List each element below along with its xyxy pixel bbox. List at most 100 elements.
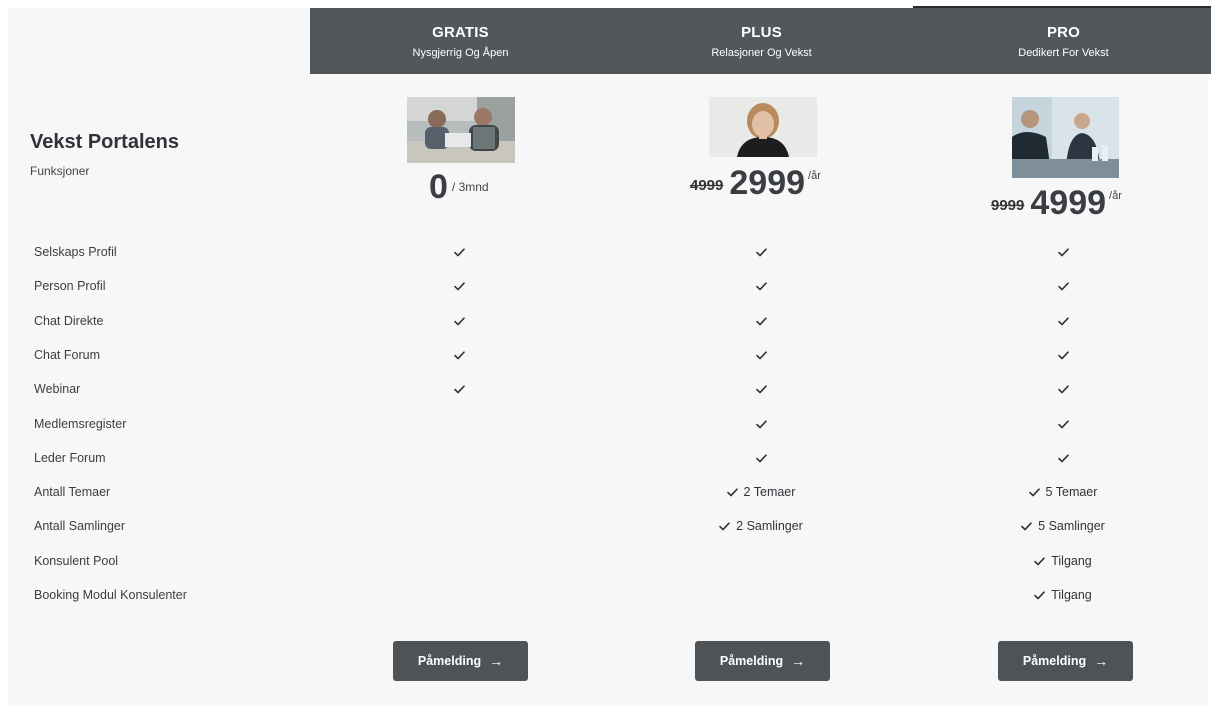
feature-cell: 5 Temaer <box>988 484 1138 500</box>
check-icon <box>755 316 767 326</box>
check-icon <box>719 521 730 531</box>
plan-photo-pro <box>1012 97 1119 178</box>
price-period: / 3mnd <box>451 180 489 194</box>
check-icon <box>755 350 767 360</box>
feature-cell <box>384 381 534 397</box>
feature-cell <box>988 381 1138 397</box>
plan-photo-plus <box>709 97 817 157</box>
check-icon <box>453 384 465 394</box>
feature-cell <box>686 450 836 466</box>
plan-tagline: Dedikert For Vekst <box>1018 46 1109 59</box>
page-title: Vekst Portalens <box>30 131 179 153</box>
check-icon <box>755 247 767 257</box>
feature-cell <box>686 416 836 432</box>
signup-button-label: Påmelding <box>1022 654 1087 668</box>
feature-cell <box>384 278 534 294</box>
feature-label: Chat Direkte <box>34 314 104 328</box>
signup-button-pro[interactable]: Påmelding → <box>998 641 1133 681</box>
check-icon <box>1057 419 1069 429</box>
plan-price-pro: 9999 4999 /år <box>991 186 1122 220</box>
check-icon <box>453 281 465 291</box>
feature-cell: 2 Samlinger <box>686 518 836 534</box>
feature-cell <box>686 313 836 329</box>
price-amount: 0 <box>429 168 448 206</box>
signup-button-gratis[interactable]: Påmelding → <box>393 641 528 681</box>
feature-label: Booking Modul Konsulenter <box>34 588 187 602</box>
feature-cell <box>988 416 1138 432</box>
feature-label: Selskaps Profil <box>34 245 117 259</box>
feature-cell <box>988 347 1138 363</box>
feature-cell: Tilgang <box>988 587 1138 603</box>
feature-cell: Tilgang <box>988 553 1138 569</box>
price-amount: 2999 <box>729 164 806 202</box>
check-icon <box>1057 281 1069 291</box>
feature-cell: 2 Temaer <box>686 484 836 500</box>
feature-cell: 5 Samlinger <box>988 518 1138 534</box>
price-period: /år <box>1109 190 1122 202</box>
feature-cell <box>988 450 1138 466</box>
feature-cell <box>988 244 1138 260</box>
feature-label: Antall Samlinger <box>34 519 126 533</box>
plan-name: PRO <box>1046 23 1081 41</box>
feature-cell <box>686 278 836 294</box>
plan-name: PLUS <box>741 23 782 41</box>
plan-tagline: Nysgjerrig Og Åpen <box>412 46 509 59</box>
feature-cell <box>384 347 534 363</box>
feature-label: Konsulent Pool <box>34 554 119 568</box>
feature-label: Chat Forum <box>34 348 100 362</box>
arrow-right-icon: → <box>1094 653 1109 669</box>
check-icon <box>755 453 767 463</box>
check-icon <box>453 316 465 326</box>
plan-header-plus: PLUS Relasjoner Og Vekst <box>611 8 912 74</box>
feature-cell <box>686 381 836 397</box>
check-icon <box>755 281 767 291</box>
page-subtitle: Funksjoner <box>30 164 90 178</box>
check-icon <box>1057 384 1069 394</box>
check-icon <box>1057 316 1069 326</box>
feature-cell-text: 5 Samlinger <box>1038 519 1105 533</box>
check-icon <box>453 350 465 360</box>
feature-cell <box>988 313 1138 329</box>
feature-cell <box>686 244 836 260</box>
plan-price-plus: 4999 2999 /år <box>690 166 821 200</box>
check-icon <box>1057 247 1069 257</box>
feature-cell <box>384 313 534 329</box>
feature-cell <box>988 278 1138 294</box>
feature-cell-text: Tilgang <box>1051 588 1092 602</box>
feature-label: Medlemsregister <box>34 417 127 431</box>
feature-cell-text: 2 Temaer <box>743 485 796 499</box>
feature-cell <box>686 347 836 363</box>
feature-label: Person Profil <box>34 279 106 293</box>
features-title-block: Vekst Portalens Funksjoner <box>30 131 179 178</box>
feature-label: Antall Temaer <box>34 485 111 499</box>
check-icon <box>1057 350 1069 360</box>
plan-tagline: Relasjoner Og Vekst <box>711 46 812 59</box>
feature-cell <box>384 244 534 260</box>
signup-button-label: Påmelding <box>719 654 784 668</box>
check-icon <box>755 384 767 394</box>
check-icon <box>1034 590 1046 600</box>
signup-button-plus[interactable]: Påmelding → <box>695 641 830 681</box>
price-amount: 4999 <box>1030 184 1107 222</box>
plan-header-gratis: GRATIS Nysgjerrig Og Åpen <box>310 8 611 74</box>
check-icon <box>755 419 767 429</box>
price-period: /år <box>808 170 821 182</box>
plan-name: GRATIS <box>432 23 489 41</box>
plan-header-pro: PRO Dedikert For Vekst <box>913 8 1211 74</box>
price-old: 4999 <box>690 177 724 194</box>
feature-cell-text: Tilgang <box>1051 554 1092 568</box>
check-icon <box>726 487 738 497</box>
check-icon <box>1021 521 1032 531</box>
arrow-right-icon: → <box>791 653 806 669</box>
check-icon <box>453 247 465 257</box>
feature-cell-text: 5 Temaer <box>1045 485 1098 499</box>
arrow-right-icon: → <box>489 653 504 669</box>
check-icon <box>1028 487 1040 497</box>
check-icon <box>1034 556 1046 566</box>
price-old: 9999 <box>991 197 1025 214</box>
feature-label: Leder Forum <box>34 451 106 465</box>
check-icon <box>1057 453 1069 463</box>
plan-photo-gratis <box>407 97 515 163</box>
feature-label: Webinar <box>34 382 81 396</box>
plan-price-gratis: 0 / 3mnd <box>429 170 489 204</box>
